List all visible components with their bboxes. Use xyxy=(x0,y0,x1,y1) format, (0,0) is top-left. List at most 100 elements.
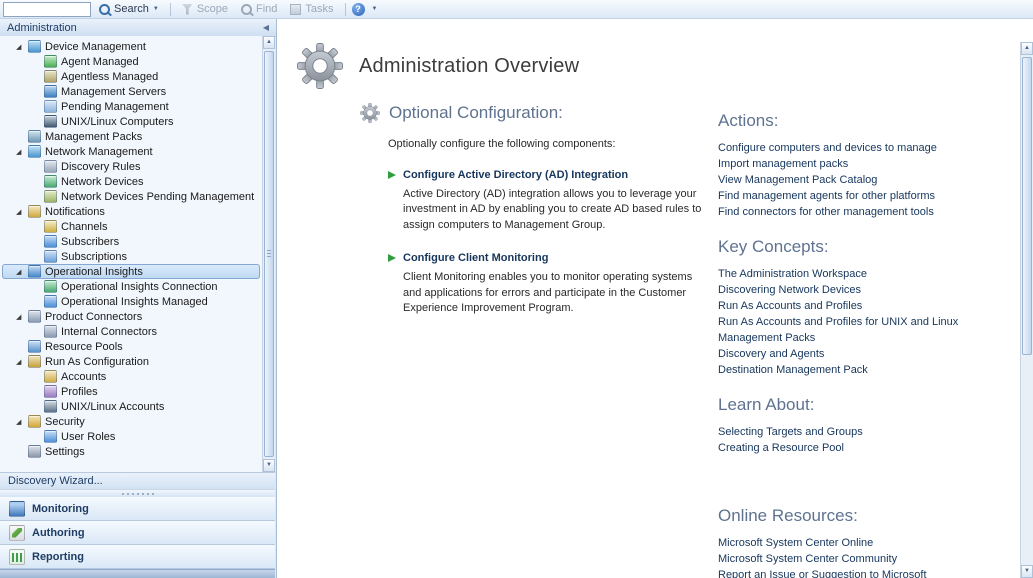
scope-button[interactable]: Scope xyxy=(177,2,233,16)
tree-expander-icon[interactable] xyxy=(16,148,28,156)
optional-config-link[interactable]: Configure Client Monitoring xyxy=(403,252,548,264)
section-link[interactable]: Discovery and Agents xyxy=(718,346,1013,362)
tree-item[interactable]: UNIX/Linux Accounts xyxy=(0,399,262,414)
tree-item[interactable]: UNIX/Linux Computers xyxy=(0,114,262,129)
tree-item[interactable]: Network Devices Pending Management xyxy=(0,189,262,204)
workspace-overflow-strip[interactable] xyxy=(0,569,275,578)
tree-item[interactable]: Subscriptions xyxy=(0,249,262,264)
scroll-thumb[interactable] xyxy=(264,51,274,457)
tree-item[interactable]: Notifications xyxy=(0,204,262,219)
scroll-up-button[interactable] xyxy=(1021,42,1033,55)
scroll-down-button[interactable] xyxy=(263,459,275,472)
section-link[interactable]: View Management Pack Catalog xyxy=(718,172,1013,188)
reporting-workspace-button[interactable]: Reporting xyxy=(0,545,275,569)
tree-item-label: Notifications xyxy=(45,206,105,218)
toolbar-search-input[interactable] xyxy=(3,2,91,17)
monitoring-workspace-button[interactable]: Monitoring xyxy=(0,497,275,521)
section-link[interactable]: Find management agents for other platfor… xyxy=(718,188,1013,204)
tree-item[interactable]: Network Management xyxy=(0,144,262,159)
main-scrollbar[interactable] xyxy=(1020,42,1033,578)
tree-expander-icon[interactable] xyxy=(16,208,28,216)
tree-item[interactable]: Subscribers xyxy=(0,234,262,249)
section-links: The Administration Workspace Discovering… xyxy=(718,266,1013,378)
tree-item[interactable]: Management Servers xyxy=(0,84,262,99)
tree-item-label: Discovery Rules xyxy=(61,161,140,173)
scroll-up-button[interactable] xyxy=(263,36,275,49)
tree-item-icon xyxy=(44,115,57,128)
tree-item[interactable]: Device Management xyxy=(0,39,262,54)
section-link[interactable]: Management Packs xyxy=(718,330,1013,346)
tree-item[interactable]: Profiles xyxy=(0,384,262,399)
tree-expander-icon[interactable] xyxy=(16,358,28,366)
sidebar-title: Administration xyxy=(7,22,77,34)
tree-expander-icon[interactable] xyxy=(16,268,28,276)
tree-item-label: Security xyxy=(45,416,85,428)
section-link[interactable]: Configure computers and devices to manag… xyxy=(718,140,1013,156)
tree-item[interactable]: Security xyxy=(0,414,262,429)
section-link[interactable]: Microsoft System Center Online xyxy=(718,535,1013,551)
tree-item[interactable]: Operational Insights Connection xyxy=(0,279,262,294)
section-link[interactable]: Selecting Targets and Groups xyxy=(718,424,1013,440)
toolbar-separator xyxy=(170,3,171,16)
scroll-thumb[interactable] xyxy=(1022,57,1032,355)
tree-item[interactable]: Settings xyxy=(0,444,262,459)
scroll-track[interactable] xyxy=(1021,55,1033,565)
tree-expander-icon[interactable] xyxy=(16,43,28,51)
find-button[interactable]: Find xyxy=(236,2,282,16)
tasks-button[interactable]: Tasks xyxy=(285,2,338,16)
tree-item[interactable]: Product Connectors xyxy=(0,309,262,324)
monitoring-icon xyxy=(9,501,25,517)
tree-item-label: Profiles xyxy=(61,386,98,398)
tree-item[interactable]: Network Devices xyxy=(0,174,262,189)
section-link[interactable]: The Administration Workspace xyxy=(718,266,1013,282)
help-icon[interactable] xyxy=(352,3,365,16)
sidebar-header: Administration xyxy=(0,19,276,37)
tree-expander-icon[interactable] xyxy=(16,418,28,426)
search-button[interactable]: Search ▼ xyxy=(94,2,164,16)
tree-scrollbar[interactable] xyxy=(262,36,275,472)
tree-item-icon xyxy=(44,220,57,233)
optional-configuration-section: Optional Configuration: Optionally confi… xyxy=(360,103,705,316)
tree-expander-icon[interactable] xyxy=(16,313,28,321)
section-link[interactable]: Report an Issue or Suggestion to Microso… xyxy=(718,567,1013,578)
section-link[interactable]: Run As Accounts and Profiles xyxy=(718,298,1013,314)
optional-config-link[interactable]: Configure Active Directory (AD) Integrat… xyxy=(403,169,628,181)
section-link[interactable]: Destination Management Pack xyxy=(718,362,1013,378)
scroll-down-button[interactable] xyxy=(1021,565,1033,578)
section-link[interactable]: Run As Accounts and Profiles for UNIX an… xyxy=(718,314,1013,330)
tree-item[interactable]: Agentless Managed xyxy=(0,69,262,84)
tree-item[interactable]: Management Packs xyxy=(0,129,262,144)
tree-item[interactable]: Agent Managed xyxy=(0,54,262,69)
tree-item[interactable]: Operational Insights Managed xyxy=(0,294,262,309)
tree-item[interactable]: Operational Insights xyxy=(2,264,260,279)
pane-splitter[interactable] xyxy=(0,489,275,497)
tree-item[interactable]: Resource Pools xyxy=(0,339,262,354)
tree-item[interactable]: Pending Management xyxy=(0,99,262,114)
section-link[interactable]: Microsoft System Center Community xyxy=(718,551,1013,567)
discovery-wizard-button[interactable]: Discovery Wizard... xyxy=(0,472,275,489)
workspace-buttons: Monitoring Authoring Reporting xyxy=(0,497,275,569)
section-link[interactable]: Creating a Resource Pool xyxy=(718,440,1013,456)
find-icon xyxy=(241,4,252,15)
section-link[interactable]: Find connectors for other management too… xyxy=(718,204,1013,220)
tree-item[interactable]: Channels xyxy=(0,219,262,234)
tasks-icon xyxy=(290,4,301,15)
section-link[interactable]: Discovering Network Devices xyxy=(718,282,1013,298)
tree-item[interactable]: User Roles xyxy=(0,429,262,444)
search-dropdown-caret-icon[interactable]: ▼ xyxy=(153,6,159,12)
tree-item-icon xyxy=(44,295,57,308)
section-link[interactable]: Import management packs xyxy=(718,156,1013,172)
tree-item[interactable]: Accounts xyxy=(0,369,262,384)
scroll-track[interactable] xyxy=(263,49,275,459)
authoring-workspace-button[interactable]: Authoring xyxy=(0,521,275,545)
tree-item-icon xyxy=(28,355,41,368)
optional-config-intro: Optionally configure the following compo… xyxy=(388,138,705,150)
reporting-icon xyxy=(9,549,25,565)
toolbar-overflow-caret-icon[interactable]: ▼ xyxy=(372,6,378,12)
tree-item[interactable]: Run As Configuration xyxy=(0,354,262,369)
optional-config-description: Client Monitoring enables you to monitor… xyxy=(403,270,703,316)
scom-console-window: Search ▼ Scope Find Tasks ▼ Administrati… xyxy=(0,0,1033,578)
collapse-pane-icon[interactable] xyxy=(263,23,269,32)
tree-item[interactable]: Internal Connectors xyxy=(0,324,262,339)
tree-item[interactable]: Discovery Rules xyxy=(0,159,262,174)
